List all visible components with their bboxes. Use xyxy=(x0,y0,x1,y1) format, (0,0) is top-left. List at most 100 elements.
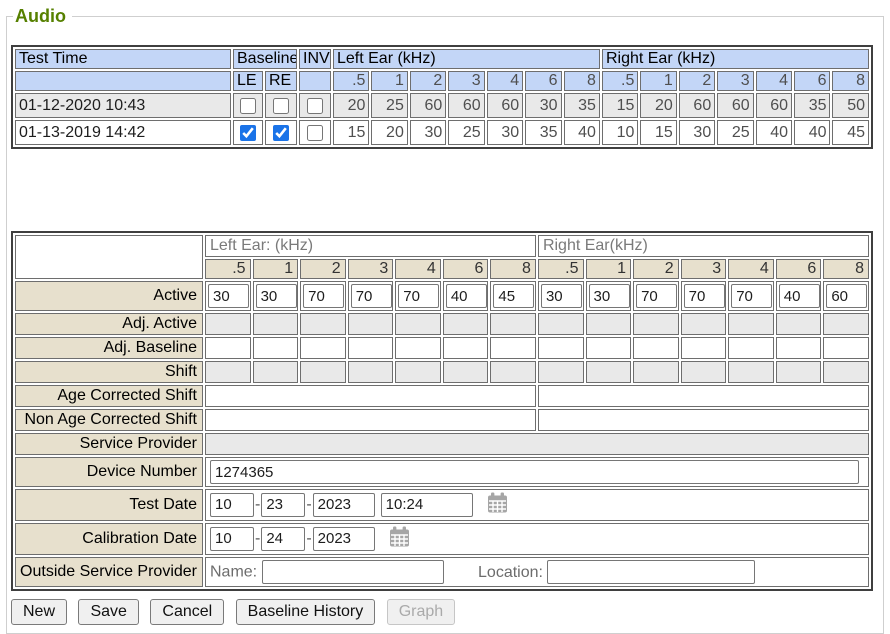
freq-header: 1 xyxy=(253,259,299,279)
active-input-re-8[interactable] xyxy=(826,284,867,308)
outside-service-provider-row: Outside Service Provider Name: Location: xyxy=(15,557,869,587)
device-number-cell xyxy=(205,457,869,487)
active-input-le-4[interactable] xyxy=(398,284,439,308)
test-date-label: Test Date xyxy=(15,489,203,521)
test-time-input[interactable] xyxy=(381,493,473,517)
active-input-re-3[interactable] xyxy=(684,284,725,308)
active-row: Active xyxy=(15,281,869,311)
adj-baseline-cell xyxy=(633,337,679,359)
test-date-year-input[interactable] xyxy=(313,493,375,517)
le-baseline-checkbox[interactable] xyxy=(240,98,256,114)
active-input-re-1[interactable] xyxy=(589,284,630,308)
new-button[interactable]: New xyxy=(11,599,67,625)
threshold-value: 20 xyxy=(371,120,407,145)
calibration-date-row: Calibration Date -- xyxy=(15,523,869,555)
active-input-re-6[interactable] xyxy=(779,284,820,308)
osp-name-label: Name: xyxy=(210,564,257,581)
threshold-value: 60 xyxy=(756,93,792,118)
threshold-value: 40 xyxy=(564,120,600,145)
baseline-history-button[interactable]: Baseline History xyxy=(236,599,376,625)
adj-active-cell xyxy=(205,313,251,335)
shift-cell xyxy=(443,361,489,383)
freq-header: 6 xyxy=(776,259,822,279)
re-baseline-cell xyxy=(265,93,297,118)
adj-baseline-cell xyxy=(490,337,536,359)
non-age-corrected-shift-left-cell xyxy=(205,409,536,431)
threshold-value: 60 xyxy=(410,93,446,118)
active-input-le-05[interactable] xyxy=(208,284,249,308)
test-date-month-input[interactable] xyxy=(210,493,254,517)
shift-cell xyxy=(728,361,774,383)
adj-baseline-cell xyxy=(348,337,394,359)
inv-cell xyxy=(299,120,331,145)
inv-cell xyxy=(299,93,331,118)
test-date-day-input[interactable] xyxy=(261,493,305,517)
non-age-corrected-shift-row: Non Age Corrected Shift xyxy=(15,409,869,431)
le-baseline-checkbox[interactable] xyxy=(240,125,256,141)
calendar-icon[interactable] xyxy=(487,492,508,518)
active-input-le-3[interactable] xyxy=(351,284,392,308)
calibration-day-input[interactable] xyxy=(261,527,305,551)
osp-name-input[interactable] xyxy=(262,560,444,584)
calibration-month-input[interactable] xyxy=(210,527,254,551)
threshold-value: 30 xyxy=(679,120,715,145)
age-corrected-shift-left-cell xyxy=(205,385,536,407)
freq-header: 4 xyxy=(728,259,774,279)
active-input-re-4[interactable] xyxy=(731,284,772,308)
non-age-corrected-shift-label: Non Age Corrected Shift xyxy=(15,409,203,431)
threshold-value: 45 xyxy=(832,120,869,145)
active-cell xyxy=(681,281,727,311)
test-time-value: 01-12-2020 10:43 xyxy=(15,93,231,118)
freq-header: 1 xyxy=(371,71,407,91)
adj-active-cell xyxy=(776,313,822,335)
adj-active-cell xyxy=(300,313,346,335)
threshold-value: 15 xyxy=(640,120,676,145)
re-baseline-checkbox[interactable] xyxy=(273,125,289,141)
threshold-value: 60 xyxy=(487,93,523,118)
calibration-year-input[interactable] xyxy=(313,527,375,551)
inv-checkbox[interactable] xyxy=(307,125,323,141)
threshold-value: 20 xyxy=(640,93,676,118)
active-label: Active xyxy=(15,281,203,311)
history-header-row-1: Test Time Baseline INV Left Ear (kHz) Ri… xyxy=(15,49,869,69)
freq-header: 3 xyxy=(348,259,394,279)
graph-button[interactable]: Graph xyxy=(387,599,455,625)
spacer-cell xyxy=(15,235,203,279)
save-button[interactable]: Save xyxy=(78,599,138,625)
freq-header: 8 xyxy=(564,71,600,91)
active-input-le-8[interactable] xyxy=(493,284,534,308)
shift-row: Shift xyxy=(15,361,869,383)
inv-checkbox[interactable] xyxy=(307,98,323,114)
active-input-le-1[interactable] xyxy=(256,284,297,308)
service-provider-row: Service Provider xyxy=(15,433,869,455)
device-number-label: Device Number xyxy=(15,457,203,487)
shift-label: Shift xyxy=(15,361,203,383)
active-input-re-2[interactable] xyxy=(636,284,677,308)
device-number-input[interactable] xyxy=(210,460,859,484)
service-provider-label: Service Provider xyxy=(15,433,203,455)
freq-header: 6 xyxy=(794,71,830,91)
age-corrected-shift-label: Age Corrected Shift xyxy=(15,385,203,407)
right-ear-header: Right Ear(kHz) xyxy=(538,235,869,257)
freq-header: 3 xyxy=(681,259,727,279)
active-cell xyxy=(586,281,632,311)
active-cell xyxy=(348,281,394,311)
shift-cell xyxy=(348,361,394,383)
freq-header: 6 xyxy=(525,71,561,91)
inv-header: INV xyxy=(299,49,331,69)
active-input-re-05[interactable] xyxy=(541,284,582,308)
adj-baseline-row: Adj. Baseline xyxy=(15,337,869,359)
cancel-button[interactable]: Cancel xyxy=(150,599,224,625)
test-date-cell: -- xyxy=(205,489,869,521)
active-input-le-6[interactable] xyxy=(446,284,487,308)
osp-location-input[interactable] xyxy=(547,560,755,584)
calendar-icon[interactable] xyxy=(389,526,410,552)
audiogram-entry-table: Left Ear: (kHz) Right Ear(kHz) .5 1 2 3 … xyxy=(11,231,873,591)
le-baseline-cell xyxy=(233,93,263,118)
history-row-2019: 01-13-2019 14:42 15 20 30 25 30 35 40 10… xyxy=(15,120,869,145)
outside-service-provider-label: Outside Service Provider xyxy=(15,557,203,587)
active-input-le-2[interactable] xyxy=(303,284,344,308)
re-baseline-checkbox[interactable] xyxy=(273,98,289,114)
shift-cell xyxy=(300,361,346,383)
threshold-value: 25 xyxy=(717,120,753,145)
